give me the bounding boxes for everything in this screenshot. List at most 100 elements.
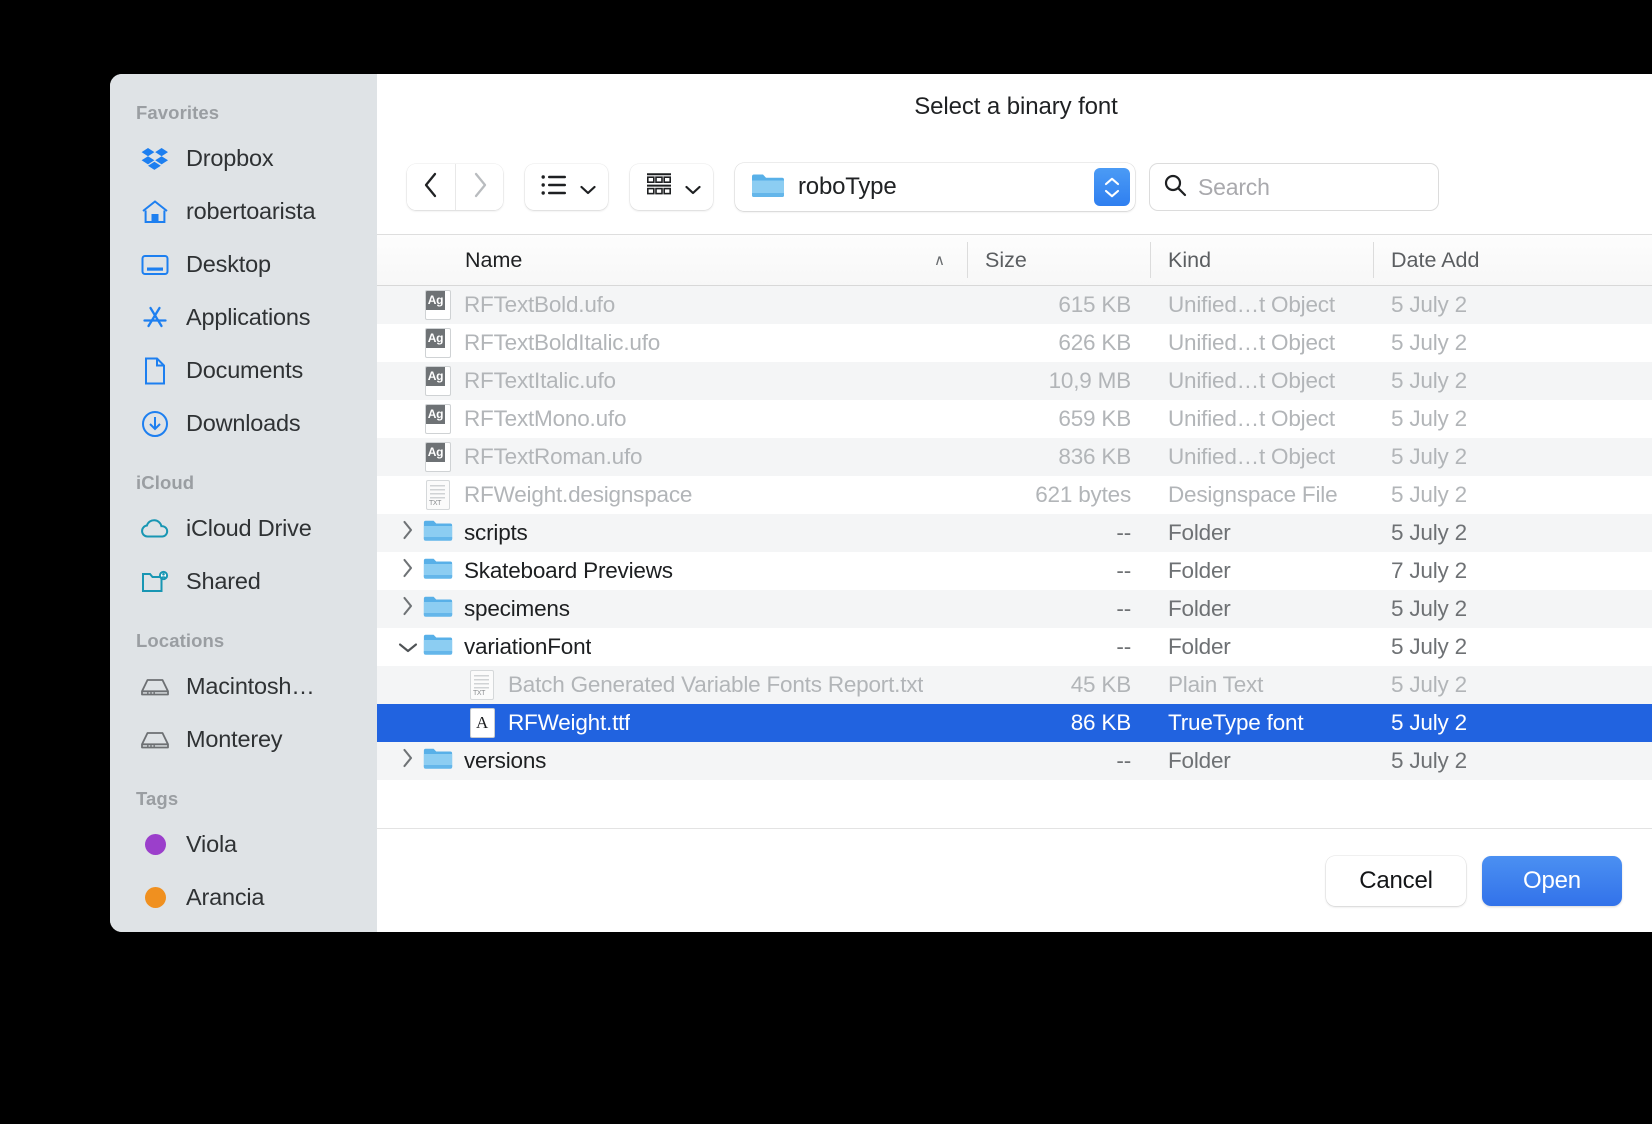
text-file-icon: TXT [470,670,494,700]
disclosure-triangle-expanded-icon[interactable] [398,634,418,660]
nav-segmented-control [407,164,503,210]
column-header-date-added[interactable]: Date Add [1373,235,1652,285]
cell-size: 86 KB [1070,710,1131,735]
cell-name: Ag RFTextItalic.ufo [377,366,967,396]
table-row[interactable]: Ag RFTextRoman.ufo 836 KB Unified…t Object 5… [377,438,1652,476]
table-row[interactable]: specimens -- Folder 5 July 2 [377,590,1652,628]
dropbox-icon [140,144,170,174]
disclosure-cell [395,596,421,622]
sidebar-item-robertoarista[interactable]: robertoarista [110,185,377,238]
file-list[interactable]: Ag RFTextBold.ufo 615 KB Unified…t Object 5 … [377,286,1652,828]
sidebar-item-applications[interactable]: Applications [110,291,377,344]
list-view-button[interactable] [525,164,608,210]
sidebar-group-title-tags: Tags [136,788,179,809]
disclosure-triangle-collapsed-icon[interactable] [402,558,414,584]
back-button[interactable] [407,164,455,210]
search-placeholder: Search [1198,173,1270,200]
applications-icon [140,303,170,333]
sort-ascending-icon: ∧ [934,252,945,269]
sidebar-item-documents[interactable]: Documents [110,344,377,397]
cell-size: 621 bytes [1035,482,1131,507]
stepper-up-down-icon[interactable] [1094,168,1130,206]
shared-folder-icon [140,567,170,597]
sidebar-item-shared[interactable]: Shared [110,555,377,608]
search-input[interactable]: Search [1149,163,1439,211]
folder-icon [423,745,453,777]
sidebar-item-label: iCloud Drive [186,515,312,541]
column-header-kind[interactable]: Kind [1150,235,1373,285]
cell-date: 5 July 2 [1391,368,1467,393]
disclosure-triangle-collapsed-icon[interactable] [402,596,414,622]
file-icon [423,632,453,662]
cell-size: -- [1116,558,1131,583]
table-row[interactable]: A RFWeight.ttf 86 KB TrueType font 5 July 2 [377,704,1652,742]
file-icon [423,556,453,586]
cell-date: 7 July 2 [1391,558,1467,583]
table-row[interactable]: versions -- Folder 5 July 2 [377,742,1652,780]
cell-size: 45 KB [1070,672,1131,697]
cell-size: 615 KB [1058,292,1131,317]
sidebar: Favorites Dropbox robertoarista Desktop … [110,74,377,932]
file-icon: TXT [467,670,497,700]
sidebar-item-label: Viola [186,831,237,857]
sidebar-item-monterey[interactable]: Monterey [110,713,377,766]
grid-view-icon [646,172,672,202]
table-row[interactable]: Ag RFTextMono.ufo 659 KB Unified…t Object 5 … [377,400,1652,438]
disclosure-triangle-collapsed-icon[interactable] [402,748,414,774]
sidebar-item-desktop[interactable]: Desktop [110,238,377,291]
cell-kind: Folder [1168,520,1231,545]
cell-kind: Folder [1168,748,1231,773]
open-button[interactable]: Open [1482,855,1622,906]
file-icon [423,518,453,548]
sidebar-item-icloud-drive[interactable]: iCloud Drive [110,502,377,555]
sidebar-item-tag-arancia[interactable]: Arancia [110,871,377,924]
file-icon: Ag [423,290,453,320]
file-icon: Ag [423,366,453,396]
table-row[interactable]: Ag RFTextBoldItalic.ufo 626 KB Unified…t Ob… [377,324,1652,362]
table-row[interactable]: Skateboard Previews -- Folder 7 July 2 [377,552,1652,590]
table-row[interactable]: TXT Batch Generated Variable Fonts Report… [377,666,1652,704]
cell-date: 5 July 2 [1391,520,1467,545]
ufo-file-icon: Ag [425,366,451,396]
document-icon [140,356,170,386]
sidebar-item-downloads[interactable]: Downloads [110,397,377,450]
cell-size: -- [1116,520,1131,545]
tag-dot-icon [140,830,170,860]
search-icon [1163,173,1187,202]
cancel-button[interactable]: Cancel [1326,855,1466,906]
ufo-file-icon: Ag [425,404,451,434]
icon-view-button[interactable] [630,164,713,210]
column-header-name[interactable]: Name ∧ [377,235,967,285]
sidebar-item-macintosh-hd[interactable]: Macintosh… [110,660,377,713]
table-row[interactable]: variationFont -- Folder 5 July 2 [377,628,1652,666]
cell-kind: Plain Text [1168,672,1264,697]
chevron-down-icon [685,182,701,195]
table-row[interactable]: Ag RFTextBold.ufo 615 KB Unified…t Object 5 … [377,286,1652,324]
ttf-file-icon: A [469,708,495,738]
desktop-icon [140,250,170,280]
cell-name: Ag RFTextRoman.ufo [377,442,967,472]
sidebar-item-tag-viola[interactable]: Viola [110,818,377,871]
path-popup-button[interactable]: roboType [735,163,1135,211]
cell-name: specimens [377,594,967,624]
file-name: RFWeight.designspace [464,482,693,507]
column-header-label: Kind [1168,247,1212,272]
cloud-icon [140,514,170,544]
disclosure-triangle-collapsed-icon[interactable] [402,520,414,546]
cell-size: 836 KB [1058,444,1131,469]
table-row[interactable]: Ag RFTextItalic.ufo 10,9 MB Unified…t Objec… [377,362,1652,400]
cell-size: 659 KB [1058,406,1131,431]
table-row[interactable]: scripts -- Folder 5 July 2 [377,514,1652,552]
column-header-size[interactable]: Size [967,235,1150,285]
disclosure-cell [395,748,421,774]
forward-button[interactable] [455,164,503,210]
cell-date: 5 July 2 [1391,596,1467,621]
file-name: RFTextBoldItalic.ufo [464,330,661,355]
column-header-label: Size [985,247,1027,272]
cell-kind: Unified…t Object [1168,330,1335,355]
sidebar-item-dropbox[interactable]: Dropbox [110,132,377,185]
cell-date: 5 July 2 [1391,406,1467,431]
sidebar-group-favorites: Favorites Dropbox robertoarista Desktop … [110,102,377,450]
file-icon: TXT [423,480,453,510]
table-row[interactable]: TXT RFWeight.designspace 621 bytes Designsp… [377,476,1652,514]
